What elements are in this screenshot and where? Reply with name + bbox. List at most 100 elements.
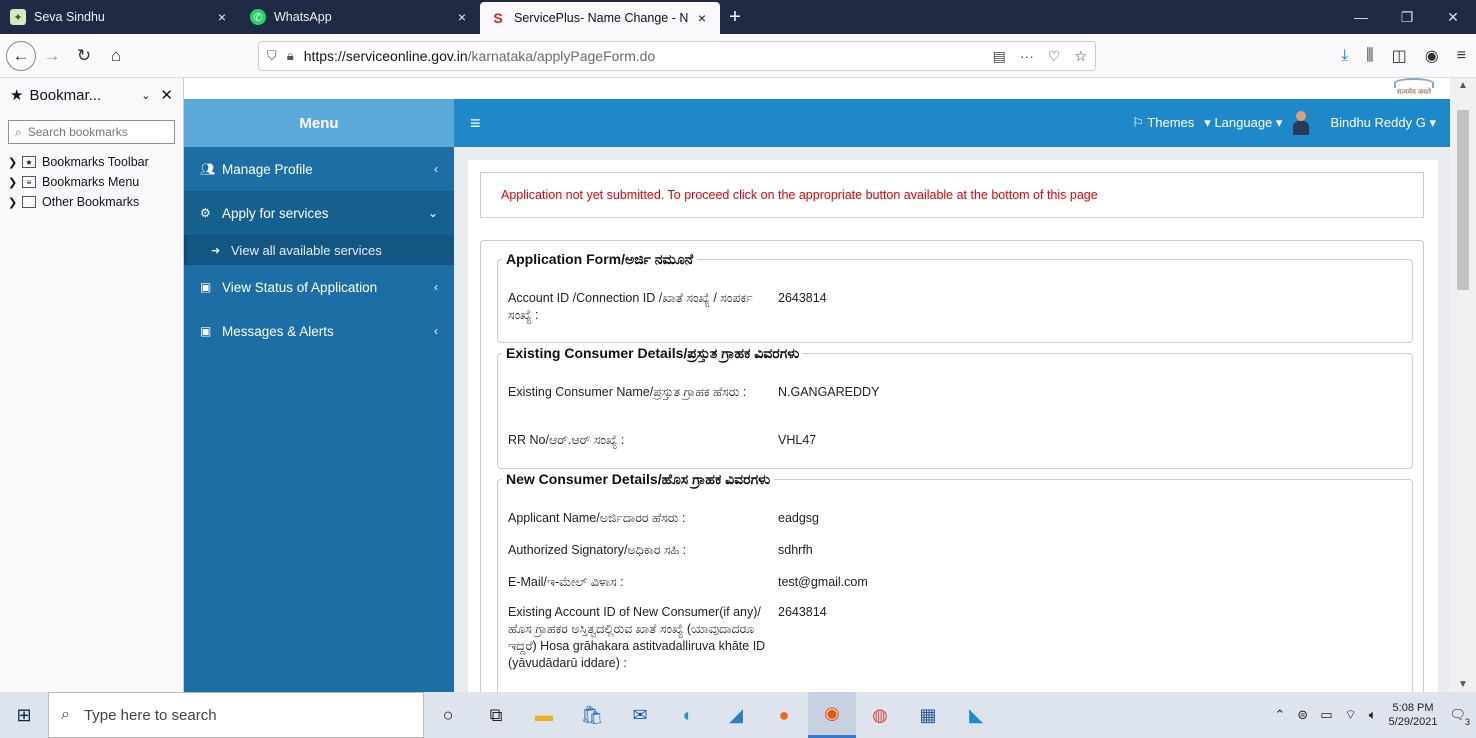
network-icon[interactable]: ⌔ <box>1345 707 1357 723</box>
section-application-form: Application Form/ಅರ್ಜಿ ನಮೂನೆ Account ID … <box>497 251 1413 343</box>
windows-start-icon[interactable]: ⊞ <box>0 692 48 738</box>
file-explorer-icon[interactable]: ▬ <box>520 692 568 738</box>
scroll-down-icon[interactable]: ▼ <box>1450 679 1476 690</box>
avatar[interactable] <box>1292 111 1310 135</box>
themes-dropdown[interactable]: ⚐ Themes <box>1132 115 1194 131</box>
nav-item-messages-alerts[interactable]: ▣ Messages & Alerts ‹ <box>184 309 454 353</box>
left-navigation: 👥︎ Manage Profile ‹ ⚙ Apply for services… <box>184 147 454 692</box>
minimize-icon[interactable]: — <box>1338 0 1384 34</box>
library-icon[interactable]: ⫼ <box>1366 47 1373 65</box>
web-page: सत्यमेव जयते Menu ≡ ⚐ Themes ▾ Language … <box>184 78 1450 692</box>
user-menu[interactable]: Bindhu Reddy G ▾ <box>1330 115 1436 131</box>
notification-icon[interactable]: 🗨︎ 3 <box>1449 707 1470 727</box>
application-form: Application Form/ಅರ್ಜಿ ನಮೂನೆ Account ID … <box>480 240 1424 692</box>
chevron-left-icon: ‹ <box>434 280 438 294</box>
browser-tab-strip: ✦ Seva Sindhu × ✆ WhatsApp × S ServicePl… <box>0 0 1476 34</box>
tab-title: Seva Sindhu <box>34 10 105 24</box>
home-button[interactable]: ⌂ <box>100 40 132 72</box>
clock[interactable]: 5:08 PM 5/29/2021 <box>1389 701 1438 729</box>
new-tab-button[interactable]: + <box>720 0 750 34</box>
menu-hamburger-icon[interactable]: ≡ <box>1457 47 1466 65</box>
chevron-down-icon: ⌄ <box>427 206 438 220</box>
task-view-icon[interactable]: ⧉ <box>472 692 520 738</box>
bookmark-folder-other[interactable]: ❯ Other Bookmarks <box>0 192 183 212</box>
word-icon[interactable]: ▦ <box>904 692 952 738</box>
serviceplus-favicon-icon: S <box>493 10 503 26</box>
chevron-right-icon: ❯ <box>8 156 18 169</box>
shield-icon[interactable]: ⛉ <box>267 48 277 64</box>
users-icon: 👥︎ <box>200 162 216 176</box>
forward-button[interactable]: → <box>36 40 68 72</box>
notification-count: 3 <box>1464 717 1470 727</box>
section-existing-consumer: Existing Consumer Details/ಪ್ರಸ್ತುತ ಗ್ರಾಹ… <box>497 345 1413 469</box>
close-window-icon[interactable]: ✕ <box>1430 0 1476 34</box>
store-icon[interactable]: 🛍︎ <box>568 692 616 738</box>
hamburger-icon[interactable]: ≡ <box>470 113 494 134</box>
close-tab-icon[interactable]: × <box>454 9 470 25</box>
chrome-icon[interactable]: ◍ <box>856 692 904 738</box>
main-content: Application not yet submitted. To procee… <box>468 160 1438 692</box>
url-bar[interactable]: ⛉ 🔒︎ https://serviceonline.gov.in/karnat… <box>258 41 1096 71</box>
mail-icon[interactable]: ✉ <box>616 692 664 738</box>
edge-icon[interactable]: ◐ <box>664 692 712 738</box>
reader-view-icon[interactable]: ▤ <box>993 48 1006 65</box>
caret-down-icon: ▾ <box>1275 115 1283 130</box>
reload-button[interactable]: ↻ <box>68 40 100 72</box>
whatsapp-favicon-icon: ✆ <box>250 9 266 25</box>
app-icon[interactable]: ◢ <box>712 692 760 738</box>
close-sidebar-icon[interactable]: ✕ <box>160 86 173 104</box>
nav-subitem-view-all-services[interactable]: ➜ View all available services <box>184 235 454 265</box>
url-text[interactable]: https://serviceonline.gov.in/karnataka/a… <box>304 48 993 64</box>
download-icon[interactable]: ⤓ <box>1341 47 1348 65</box>
chevron-left-icon: ‹ <box>434 324 438 338</box>
back-button[interactable]: ← <box>6 40 36 71</box>
page-scrollbar[interactable]: ▲ ▼ <box>1450 78 1476 692</box>
scroll-up-icon[interactable]: ▲ <box>1450 80 1476 91</box>
bookmark-star-icon[interactable]: ☆ <box>1074 48 1087 65</box>
sidebar-toggle-icon[interactable]: ◫ <box>1392 46 1407 66</box>
tab-seva-sindhu[interactable]: ✦ Seva Sindhu × <box>0 0 240 34</box>
search-icon: ⌕ <box>15 124 22 139</box>
flag-icon: ⚐ <box>1132 115 1144 130</box>
chevron-down-icon[interactable]: ⌄ <box>141 89 150 102</box>
photos-icon[interactable]: ◣ <box>952 692 1000 738</box>
cogs-icon: ⚙ <box>200 206 211 220</box>
close-tab-icon[interactable]: × <box>214 9 230 25</box>
account-icon[interactable]: ◉ <box>1425 46 1439 66</box>
tab-title: WhatsApp <box>274 10 332 24</box>
lock-icon[interactable]: 🔒︎ <box>287 48 294 64</box>
circle-arrow-right-icon: ➜ <box>211 244 221 257</box>
page-actions-icon[interactable]: ··· <box>1020 48 1034 65</box>
firefox-icon[interactable]: ◉ <box>808 692 856 738</box>
windows-taskbar: ⊞ ⌕ Type here to search ○ ⧉ ▬ 🛍︎ ✉ ◐ ◢ ●… <box>0 692 1476 738</box>
star-icon: ★ <box>10 87 24 104</box>
restore-icon[interactable]: ❐ <box>1384 0 1430 34</box>
bookmark-folder-menu[interactable]: ❯ ≡ Bookmarks Menu <box>0 172 183 192</box>
nav-item-apply-for-services[interactable]: ⚙ Apply for services ⌄ <box>184 191 454 235</box>
battery-icon[interactable]: ▭ <box>1320 707 1332 723</box>
scrollbar-thumb[interactable] <box>1457 110 1469 290</box>
section-new-consumer: New Consumer Details/ಹೊಸ ಗ್ರಾಹಕ ವಿವರಗಳು … <box>497 471 1413 692</box>
tab-whatsapp[interactable]: ✆ WhatsApp × <box>240 0 480 34</box>
nav-item-manage-profile[interactable]: 👥︎ Manage Profile ‹ <box>184 147 454 191</box>
form-row: Existing Account ID of New Consumer(if a… <box>508 605 827 670</box>
tab-serviceplus[interactable]: S ServicePlus- Name Change - N × <box>480 2 720 34</box>
meet-now-icon[interactable]: ⊜ <box>1297 707 1308 723</box>
volume-icon[interactable]: 🔈︎ <box>1369 707 1377 723</box>
bookmarks-search-input[interactable]: ⌕ Search bookmarks <box>8 120 175 144</box>
close-tab-icon[interactable]: × <box>694 10 710 26</box>
nav-item-view-status[interactable]: ▣ View Status of Application ‹ <box>184 265 454 309</box>
bookmarks-sidebar-title[interactable]: Bookmar... <box>29 87 141 104</box>
cortana-icon[interactable]: ○ <box>424 692 472 738</box>
paint-icon[interactable]: ● <box>760 692 808 738</box>
language-dropdown[interactable]: ▾ Language ▾ <box>1204 115 1282 131</box>
bookmark-folder-toolbar[interactable]: ❯ ★ Bookmarks Toolbar <box>0 152 183 172</box>
section-title: Application Form/ಅರ್ಜಿ ನಮೂನೆ <box>502 251 698 268</box>
tray-chevron-up-icon[interactable]: ⌃ <box>1274 707 1285 723</box>
page-top-strip: सत्यमेव जयते <box>184 78 1450 99</box>
caret-down-icon: ▾ <box>1429 115 1436 130</box>
bookmarks-sidebar: ★ Bookmar... ⌄ ✕ ⌕ Search bookmarks ❯ ★ … <box>0 78 184 692</box>
seva-sindhu-favicon-icon: ✦ <box>10 9 26 25</box>
pocket-icon[interactable]: ♡ <box>1048 48 1061 65</box>
taskbar-search-input[interactable]: ⌕ Type here to search <box>48 692 424 738</box>
